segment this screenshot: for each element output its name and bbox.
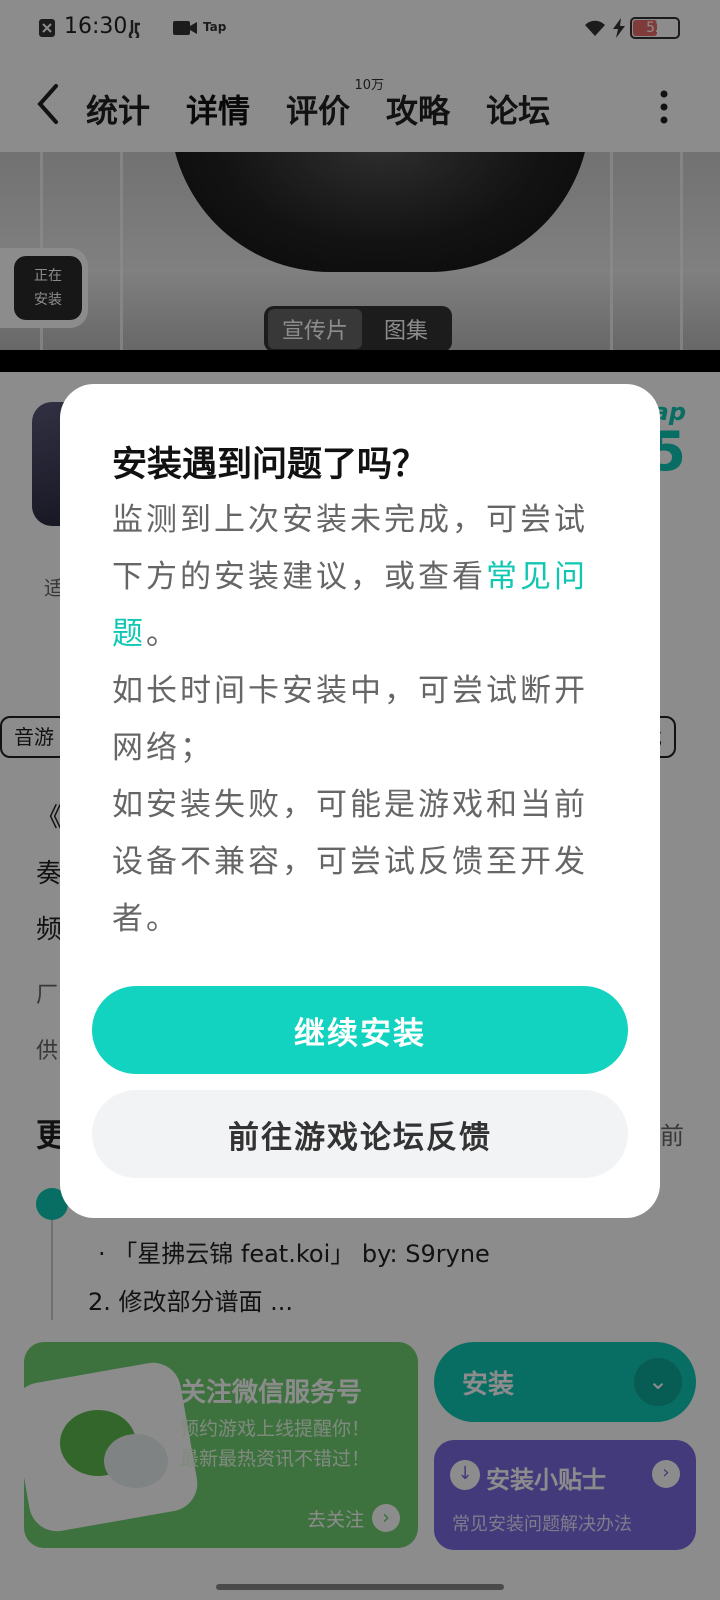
dialog-body: 监测到上次安装未完成，可尝试下方的安装建议，或查看常见问题。 如长时间卡安装中，… [112, 492, 592, 948]
forum-feedback-button[interactable]: 前往游戏论坛反馈 [92, 1090, 628, 1178]
dialog-paragraph-1: 监测到上次安装未完成，可尝试下方的安装建议，或查看常见问题。 [112, 502, 588, 652]
continue-install-button[interactable]: 继续安装 [92, 986, 628, 1074]
dialog-paragraph-2: 如长时间卡安装中，可尝试断开网络； [112, 673, 588, 766]
dialog-title: 安装遇到问题了吗？ [112, 445, 428, 485]
install-problem-dialog: 安装遇到问题了吗？ 监测到上次安装未完成，可尝试下方的安装建议，或查看常见问题。… [60, 384, 660, 1218]
dialog-paragraph-3: 如安装失败，可能是游戏和当前设备不兼容，可尝试反馈至开发者。 [112, 787, 588, 937]
